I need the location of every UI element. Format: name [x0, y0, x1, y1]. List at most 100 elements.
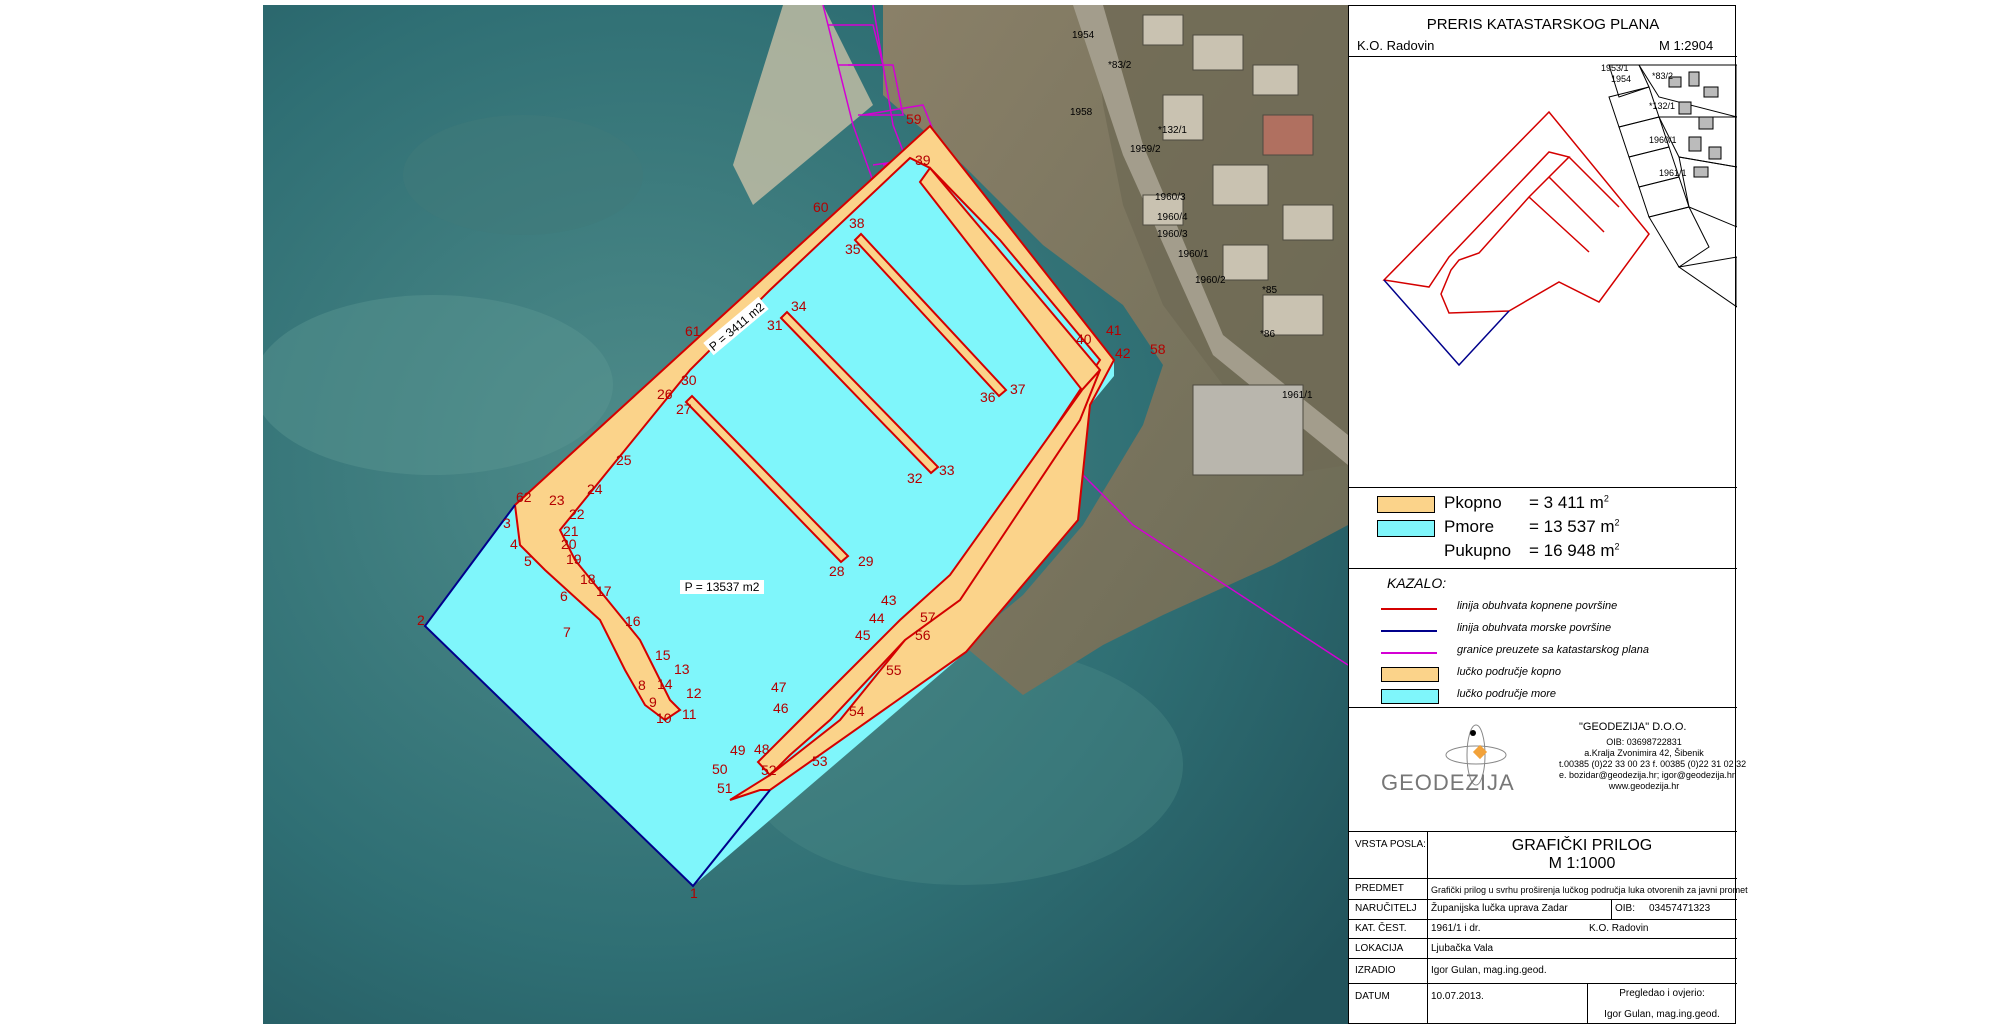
mini-parcel-132: *132/1	[1649, 101, 1676, 111]
point-label-58: 58	[1150, 341, 1166, 357]
point-label-42: 42	[1115, 345, 1131, 361]
point-label-15: 15	[655, 647, 671, 663]
point-label-47: 47	[771, 679, 787, 695]
mini-parcel-1954: 1954	[1611, 74, 1632, 84]
point-label-24: 24	[587, 481, 603, 497]
point-label-37: 37	[1010, 381, 1026, 397]
mini-parcel-1953: 1953/1	[1601, 63, 1629, 73]
reviewed-value: Igor Gulan, mag.ing.geod.	[1604, 1009, 1720, 1020]
total-area-value: = 16 948 m2	[1529, 541, 1620, 560]
point-label-31: 31	[767, 317, 783, 333]
point-label-28: 28	[829, 563, 845, 579]
point-label-56: 56	[915, 627, 931, 643]
legend-label-2: granice preuzete sa katastarskog plana	[1457, 644, 1650, 656]
company-line-2: t.00385 (0)22 33 00 23 f. 00385 (0)22 31…	[1559, 759, 1747, 769]
parcel-label-3: *132/1	[1158, 125, 1187, 136]
point-label-32: 32	[907, 470, 923, 486]
point-label-21: 21	[563, 523, 579, 539]
point-label-23: 23	[549, 492, 565, 508]
info-panel: PRERIS KATASTARSKOG PLANA K.O. Radovin M…	[1348, 5, 1748, 1024]
land-area-label: Pkopno	[1444, 493, 1502, 512]
point-label-35: 35	[845, 241, 861, 257]
panel-title: PRERIS KATASTARSKOG PLANA	[1426, 16, 1660, 33]
land-area-swatch	[1377, 496, 1435, 513]
sea-area-label: Pmore	[1444, 517, 1495, 536]
point-label-5: 5	[524, 553, 532, 569]
point-label-18: 18	[580, 571, 596, 587]
point-label-16: 16	[625, 613, 641, 629]
legend-line-1	[1381, 630, 1437, 632]
municipality-value: K.O. Radovin	[1589, 923, 1649, 934]
total-area-label: Pukupno	[1444, 541, 1512, 560]
legend-label-4: lučko područje more	[1457, 688, 1557, 700]
point-label-55: 55	[886, 662, 902, 678]
subject-value: Grafički prilog u svrhu proširenja lučko…	[1431, 885, 1748, 895]
point-label-19: 19	[566, 551, 582, 567]
point-label-10: 10	[656, 710, 672, 726]
mini-map-outline	[1382, 110, 1650, 314]
client-value: Županijska lučka uprava Zadar	[1431, 903, 1568, 914]
point-label-13: 13	[674, 661, 690, 677]
author-value: Igor Gulan, mag.ing.geod.	[1431, 965, 1547, 976]
parcel-value: 1961/1 i dr.	[1431, 923, 1481, 934]
area-label-sea: P = 13537 m2	[680, 580, 764, 594]
mini-parcel-1961: 1961/1	[1659, 168, 1687, 178]
point-label-3: 3	[503, 515, 511, 531]
point-label-11: 11	[682, 706, 697, 722]
point-label-57: 57	[920, 609, 936, 625]
point-label-25: 25	[616, 452, 632, 468]
company-line-0: OIB: 03698722831	[1606, 737, 1682, 747]
point-label-61: 61	[685, 323, 701, 339]
point-label-12: 12	[686, 685, 702, 701]
point-label-14: 14	[657, 676, 673, 692]
oib-label: OIB:	[1615, 903, 1636, 914]
point-label-38: 38	[849, 215, 865, 231]
parcel-label-8: 1960/1	[1178, 249, 1209, 260]
legend-label-0: linija obuhvata kopnene površine	[1457, 600, 1618, 612]
land-area-value: = 3 411 m2	[1529, 493, 1609, 512]
point-label-39: 39	[915, 152, 931, 168]
legend-line-2	[1381, 652, 1437, 654]
parcel-label-1: *83/2	[1108, 60, 1132, 71]
legend-label-3: lučko područje kopno	[1457, 666, 1561, 678]
parcel-label-4: 1959/2	[1130, 144, 1161, 155]
mini-parcel-83: *83/2	[1652, 71, 1674, 81]
date-label: DATUM	[1355, 991, 1390, 1002]
point-label-41: 41	[1106, 322, 1122, 338]
company-logo-text: GEODEZIJA	[1381, 770, 1515, 795]
parcel-label-9: 1960/2	[1195, 275, 1226, 286]
point-label-51: 51	[717, 780, 733, 796]
point-label-52: 52	[761, 762, 777, 778]
point-label-43: 43	[881, 592, 897, 608]
point-label-4: 4	[510, 536, 518, 552]
work-type-label: VRSTA POSLA:	[1355, 839, 1426, 850]
point-label-62: 62	[516, 489, 532, 505]
work-type-title: GRAFIČKI PRILOG	[1511, 837, 1653, 854]
point-label-54: 54	[849, 703, 865, 719]
sea-area-value: = 13 537 m2	[1529, 517, 1620, 536]
legend-label-1: linija obuhvata morske površine	[1457, 622, 1612, 634]
point-label-60: 60	[813, 199, 829, 215]
parcel-label-7: 1960/3	[1157, 229, 1188, 240]
point-label-26: 26	[657, 386, 673, 402]
legend-box-4	[1381, 689, 1439, 704]
reviewed-label: Pregledao i ovjerio:	[1619, 988, 1705, 999]
mini-map-sea-line	[1383, 279, 1510, 367]
point-label-44: 44	[869, 610, 885, 626]
point-label-30: 30	[681, 372, 697, 388]
point-label-49: 49	[730, 742, 746, 758]
point-label-33: 33	[939, 462, 955, 478]
plan-scale: M 1:2904	[1659, 38, 1714, 53]
mini-parcel-1960: 1960/1	[1649, 135, 1677, 145]
point-label-6: 6	[560, 588, 568, 604]
point-label-9: 9	[649, 694, 657, 710]
point-label-8: 8	[638, 677, 646, 693]
point-label-17: 17	[596, 583, 612, 599]
point-label-34: 34	[791, 298, 807, 314]
parcel-label-5: 1960/3	[1155, 192, 1186, 203]
company-line-1: a.Kralja Zvonimira 42, Šibenik	[1584, 748, 1704, 758]
point-label-22: 22	[569, 506, 585, 522]
parcel-label-11: *86	[1260, 329, 1275, 340]
point-label-29: 29	[858, 553, 874, 569]
legend-line-0	[1381, 608, 1437, 610]
